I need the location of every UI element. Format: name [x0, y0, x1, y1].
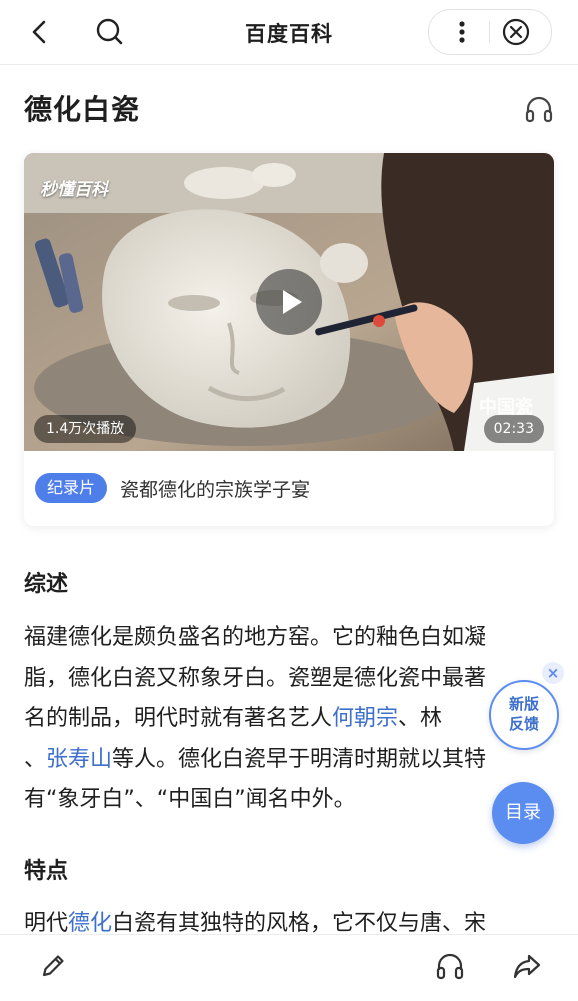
section-heading-overview: 综述 — [24, 572, 69, 597]
video-caption[interactable]: 瓷都德化的宗族学子宴 — [120, 475, 310, 502]
share-icon[interactable] — [510, 949, 544, 983]
feedback-label: 新版 反馈 — [491, 694, 557, 734]
new-version-feedback-button[interactable]: 新版 反馈 — [489, 680, 559, 750]
video-card[interactable]: 中国瓷 秒懂百科 1.4万次播放 02:33 纪录片 瓷都德化的宗族学子宴 — [24, 153, 554, 526]
table-of-contents-button[interactable]: 目录 — [492, 782, 554, 844]
pencil-icon[interactable] — [36, 949, 70, 983]
link-he-chaozong[interactable]: 何朝宗 — [332, 706, 398, 731]
features-paragraph: 明代德化白瓷有其独特的风格，它不仅与唐、宋 — [24, 904, 554, 934]
link-zhang-shoushan[interactable]: 张寿山 — [46, 747, 112, 772]
video-watermark-logo: 秒懂百科 — [40, 180, 108, 200]
overview-text: 、 — [24, 746, 47, 772]
play-count: 1.4万次播放 — [34, 415, 137, 443]
overview-line-3: 名的制品，明代时就有著名艺人何朝宗、林 — [24, 699, 554, 740]
features-text: 白瓷有其独特的风格，它不仅与唐、宋 — [112, 911, 487, 934]
overview-line-2: 脂，德化白瓷又称象牙白。瓷塑是德化瓷中最著 — [24, 665, 487, 691]
overview-text: 等人。德化白瓷早于明清时期就以其特 — [112, 746, 487, 772]
video-duration: 02:33 — [483, 415, 544, 443]
section-heading-features: 特点 — [24, 859, 69, 884]
play-button[interactable] — [256, 269, 322, 335]
page-title: 德化白瓷 — [24, 93, 141, 126]
link-dehua[interactable]: 德化 — [68, 911, 112, 934]
documentary-badge: 纪录片 — [35, 473, 108, 503]
capsule-divider — [489, 21, 490, 43]
mini-program-capsule — [428, 9, 552, 55]
feedback-close-icon[interactable]: × — [542, 662, 564, 684]
overview-line-1: 福建德化是颇负盛名的地方窑。它的釉色白如凝 — [24, 625, 487, 650]
feedback-label-line-2: 反馈 — [508, 715, 539, 733]
headphones-icon[interactable] — [522, 92, 556, 126]
feedback-label-line-1: 新版 — [508, 695, 539, 713]
overview-text: 、林 — [398, 706, 443, 731]
overview-text: 名的制品，明代时就有著名艺人 — [24, 706, 333, 731]
headphones-icon[interactable] — [433, 949, 467, 983]
bottom-toolbar — [0, 934, 578, 1001]
close-circle-icon[interactable] — [501, 17, 531, 47]
top-nav-bar: 百度百科 — [0, 0, 578, 65]
video-player[interactable]: 中国瓷 秒懂百科 1.4万次播放 02:33 — [24, 153, 554, 451]
play-icon — [283, 290, 302, 314]
more-vertical-icon[interactable] — [447, 16, 477, 48]
overview-line-4: 、张寿山等人。德化白瓷早于明清时期就以其特 — [24, 740, 554, 781]
features-text: 明代 — [24, 911, 69, 934]
overview-paragraph: 福建德化是颇负盛名的地方窑。它的釉色白如凝 脂，德化白瓷又称象牙白。瓷塑是德化瓷… — [24, 618, 554, 821]
overview-line-5: 有“象牙白”、“中国白”闻名中外。 — [24, 787, 356, 812]
